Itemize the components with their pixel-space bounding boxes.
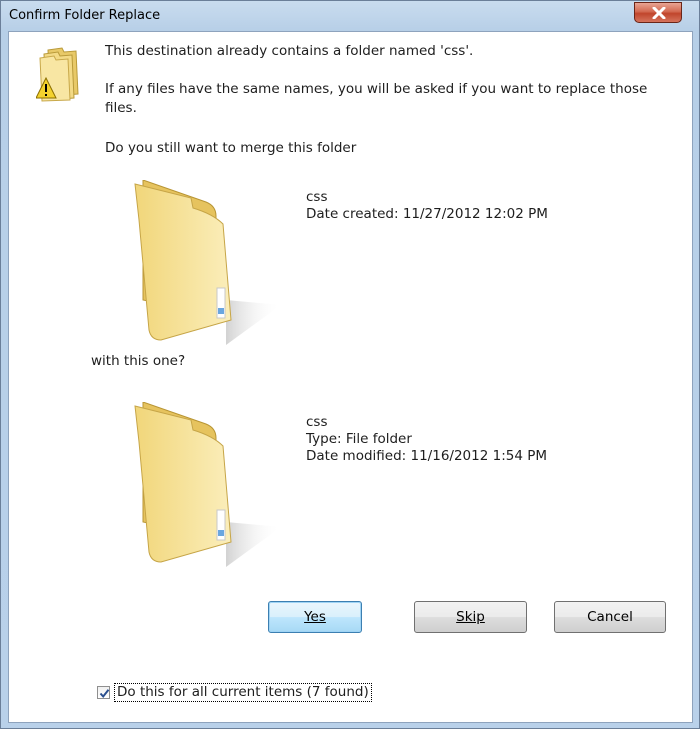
window-title: Confirm Folder Replace	[9, 8, 161, 23]
close-icon	[652, 7, 666, 19]
message-line-3: Do you still want to merge this folder	[105, 140, 357, 156]
new-folder-info: css Type: File folder Date modified: 11/…	[306, 414, 547, 465]
yes-button[interactable]: Yes	[268, 601, 362, 633]
existing-folder-info: css Date created: 11/27/2012 12:02 PM	[306, 189, 548, 223]
dialog-window: Confirm Folder Replace This destination …	[0, 0, 700, 729]
existing-folder-date-created: Date created: 11/27/2012 12:02 PM	[306, 206, 548, 222]
existing-folder-name: css	[306, 189, 328, 205]
skip-button[interactable]: Skip	[414, 601, 527, 633]
close-button[interactable]	[634, 2, 682, 23]
apply-all-checkbox-row[interactable]: Do this for all current items (7 found)	[97, 682, 372, 702]
cancel-button[interactable]: Cancel	[554, 601, 666, 633]
dialog-body: This destination already contains a fold…	[8, 31, 693, 723]
apply-all-checkbox[interactable]	[97, 685, 110, 699]
warning-folder-icon	[35, 46, 84, 106]
yes-button-label: Yes	[304, 609, 326, 625]
message-line-4: with this one?	[91, 353, 186, 369]
new-folder-name: css	[306, 414, 328, 430]
checkmark-icon	[99, 688, 110, 698]
message-line-1: This destination already contains a fold…	[105, 43, 474, 59]
message-line-2: If any files have the same names, you wi…	[105, 81, 648, 116]
folder-icon	[121, 179, 281, 345]
apply-all-label[interactable]: Do this for all current items (7 found)	[114, 682, 372, 702]
new-folder-date-modified: Date modified: 11/16/2012 1:54 PM	[306, 448, 548, 464]
folder-icon	[121, 401, 281, 567]
skip-button-label: Skip	[456, 609, 485, 625]
title-bar[interactable]: Confirm Folder Replace	[1, 1, 700, 31]
cancel-button-label: Cancel	[587, 609, 633, 625]
new-folder-type: Type: File folder	[306, 431, 412, 447]
